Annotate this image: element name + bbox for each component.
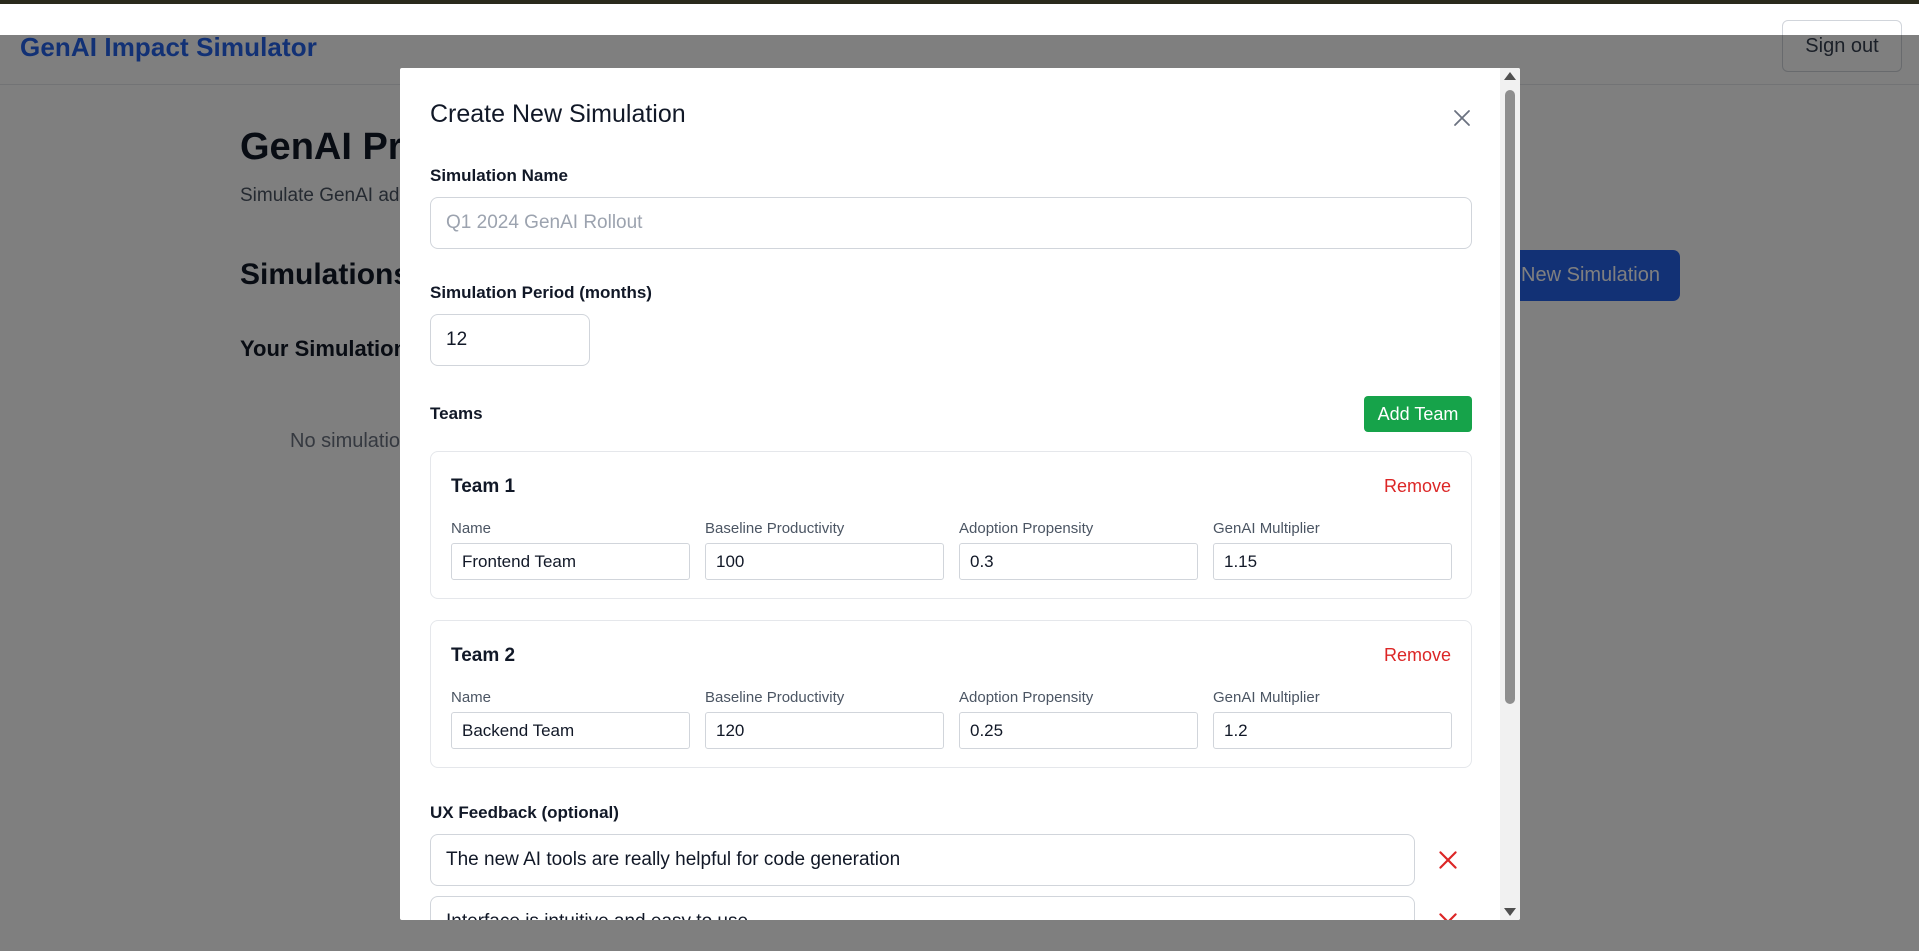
baseline-productivity-label: Baseline Productivity — [705, 689, 845, 706]
scrollbar-thumb[interactable] — [1505, 90, 1515, 704]
remove-feedback-icon[interactable] — [1435, 909, 1461, 920]
simulation-period-input[interactable] — [430, 314, 590, 366]
baseline-productivity-input[interactable] — [705, 712, 944, 749]
simulation-name-label: Simulation Name — [430, 166, 568, 185]
ux-feedback-label: UX Feedback (optional) — [430, 803, 619, 822]
scroll-down-arrow-icon[interactable] — [1504, 908, 1516, 916]
baseline-productivity-input[interactable] — [705, 543, 944, 580]
team-name-label: Name — [451, 689, 492, 706]
remove-team-button[interactable]: Remove — [1384, 645, 1451, 666]
team-card: Team 2 Remove Name Baseline Productivity… — [430, 620, 1472, 768]
scroll-up-arrow-icon[interactable] — [1504, 72, 1516, 80]
modal-content: Create New Simulation Simulation Name Si… — [400, 68, 1500, 920]
feedback-input[interactable] — [430, 834, 1415, 886]
close-icon[interactable] — [1450, 106, 1474, 130]
team-title: Team 1 — [451, 476, 516, 497]
adoption-propensity-input[interactable] — [959, 712, 1198, 749]
simulation-name-input[interactable] — [430, 197, 1472, 249]
feedback-input[interactable] — [430, 896, 1415, 920]
genai-multiplier-input[interactable] — [1213, 543, 1452, 580]
adoption-propensity-label: Adoption Propensity — [959, 520, 1094, 537]
remove-feedback-icon[interactable] — [1435, 847, 1461, 873]
genai-multiplier-input[interactable] — [1213, 712, 1452, 749]
add-team-button[interactable]: Add Team — [1364, 396, 1472, 432]
team-name-label: Name — [451, 520, 492, 537]
team-name-input[interactable] — [451, 712, 690, 749]
team-card: Team 1 Remove Name Baseline Productivity… — [430, 451, 1472, 599]
modal-scrollbar[interactable] — [1500, 68, 1520, 920]
teams-label: Teams — [430, 404, 483, 423]
adoption-propensity-label: Adoption Propensity — [959, 689, 1094, 706]
remove-team-button[interactable]: Remove — [1384, 476, 1451, 497]
modal-title: Create New Simulation — [430, 100, 686, 128]
genai-multiplier-label: GenAI Multiplier — [1213, 689, 1320, 706]
simulation-period-label: Simulation Period (months) — [430, 283, 652, 302]
team-name-input[interactable] — [451, 543, 690, 580]
baseline-productivity-label: Baseline Productivity — [705, 520, 845, 537]
create-simulation-modal: Create New Simulation Simulation Name Si… — [400, 68, 1520, 920]
genai-multiplier-label: GenAI Multiplier — [1213, 520, 1320, 537]
team-title: Team 2 — [451, 645, 516, 666]
adoption-propensity-input[interactable] — [959, 543, 1198, 580]
